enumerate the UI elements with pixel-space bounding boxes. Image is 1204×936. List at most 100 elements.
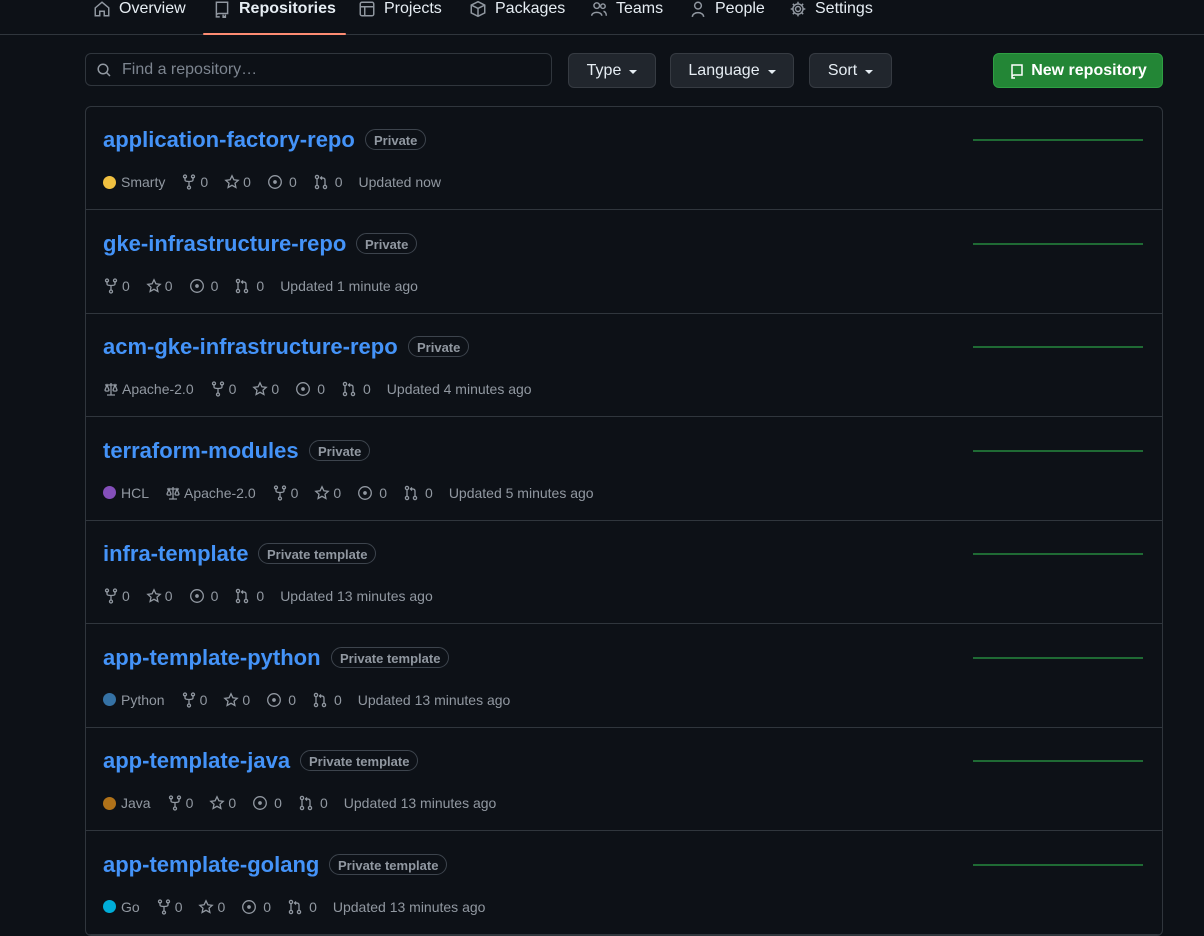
stars-count: 0 xyxy=(217,898,226,915)
forks-link[interactable]: 0 xyxy=(181,691,207,708)
repo-name-link[interactable]: app-template-golang xyxy=(103,852,319,878)
repo-row: infra-template Private template 0 0 0 0 Update… xyxy=(86,521,1162,624)
person-icon xyxy=(691,1,705,18)
repo-name-link[interactable]: app-template-java xyxy=(103,748,290,774)
fork-icon xyxy=(157,898,170,915)
fork-icon xyxy=(168,795,181,811)
pull-requests-link[interactable]: 0 xyxy=(287,899,317,915)
stars-count: 0 xyxy=(271,381,280,397)
repo-name-link[interactable]: application-factory-repo xyxy=(103,127,355,153)
stars-link[interactable]: 0 xyxy=(209,795,236,811)
license: Apache-2.0 xyxy=(103,381,194,397)
repo-row: app-template-python Private template Pytho… xyxy=(86,625,1162,728)
stars-link[interactable]: 0 xyxy=(223,692,250,708)
forks-link[interactable]: 0 xyxy=(156,898,182,915)
language-label: Java xyxy=(121,795,151,811)
search-input[interactable] xyxy=(120,59,544,80)
visibility-badge: Private xyxy=(408,336,470,357)
search-icon xyxy=(97,62,111,77)
tab-label: Settings xyxy=(815,0,873,17)
forks-link[interactable]: 0 xyxy=(181,174,208,190)
language-dropdown[interactable]: Language xyxy=(670,53,794,88)
issues-link[interactable]: 0 xyxy=(267,174,297,190)
activity-sparkline xyxy=(973,242,1143,245)
activity-sparkline xyxy=(973,139,1143,141)
repo-name-link[interactable]: gke-infrastructure-repo xyxy=(103,231,346,257)
tab-teams[interactable]: Teams xyxy=(590,0,663,34)
forks-link[interactable]: 0 xyxy=(103,588,130,604)
star-icon xyxy=(252,381,269,396)
issues-count: 0 xyxy=(263,898,272,915)
issues-link[interactable]: 0 xyxy=(241,899,271,915)
language-dropdown-label: Language xyxy=(688,61,760,79)
stars-link[interactable]: 0 xyxy=(146,588,173,604)
forks-count: 0 xyxy=(122,277,130,294)
language-color-dot xyxy=(103,486,116,499)
new-repository-button[interactable]: New repository xyxy=(993,53,1163,88)
issue-icon xyxy=(242,899,257,914)
pull-requests-link[interactable]: 0 xyxy=(313,174,343,190)
updated-time: Updated now xyxy=(358,174,442,190)
forks-link[interactable]: 0 xyxy=(167,795,193,811)
forks-link[interactable]: 0 xyxy=(272,485,298,501)
issues-count: 0 xyxy=(379,484,388,501)
forks-link[interactable]: 0 xyxy=(210,381,236,397)
issue-icon xyxy=(253,796,268,810)
tab-label: Projects xyxy=(384,0,442,17)
star-icon xyxy=(198,898,215,914)
issues-link[interactable]: 0 xyxy=(189,588,218,604)
pull-requests-link[interactable]: 0 xyxy=(234,588,264,604)
pull-requests-count: 0 xyxy=(363,381,371,397)
visibility-badge: Private xyxy=(309,439,371,461)
tab-packages[interactable]: Packages xyxy=(469,0,565,34)
tab-repositories[interactable]: Repositories xyxy=(203,0,346,35)
pull-requests-link[interactable]: 0 xyxy=(341,381,371,397)
forks-link[interactable]: 0 xyxy=(103,278,130,294)
pull-requests-link[interactable]: 0 xyxy=(298,795,328,811)
issue-icon xyxy=(189,589,204,603)
type-dropdown[interactable]: Type xyxy=(568,53,656,88)
stars-link[interactable]: 0 xyxy=(224,174,251,190)
issue-icon xyxy=(358,485,373,500)
issues-link[interactable]: 0 xyxy=(295,381,325,397)
fork-icon xyxy=(182,691,195,708)
repo-meta: Python 0 0 0 0 Updated 13 minutes ago xyxy=(103,691,526,709)
repo-name-link[interactable]: terraform-modules xyxy=(103,438,299,464)
issues-link[interactable]: 0 xyxy=(189,278,218,294)
stars-link[interactable]: 0 xyxy=(252,381,279,397)
pull-request-icon xyxy=(299,795,313,811)
pull-requests-link[interactable]: 0 xyxy=(234,278,264,294)
language-indicator: Java xyxy=(103,795,151,811)
table-icon xyxy=(359,1,375,17)
fork-icon xyxy=(211,381,224,397)
activity-sparkline xyxy=(973,346,1143,348)
visibility-badge: Private template xyxy=(300,750,419,771)
stars-link[interactable]: 0 xyxy=(146,278,173,294)
tab-overview[interactable]: Overview xyxy=(93,0,186,34)
pull-requests-link[interactable]: 0 xyxy=(403,485,433,501)
updated-time: Updated 13 minutes ago xyxy=(280,588,433,604)
repo-name-link[interactable]: app-template-python xyxy=(103,645,321,671)
language-indicator: Smarty xyxy=(103,174,165,190)
activity-sparkline xyxy=(973,656,1143,659)
issues-link[interactable]: 0 xyxy=(357,485,387,501)
stars-count: 0 xyxy=(333,484,342,501)
repo-name-link[interactable]: infra-template xyxy=(103,541,248,567)
stars-link[interactable]: 0 xyxy=(198,899,225,915)
repo-row: terraform-modules Private HCL Apache-2.0 0 0 0… xyxy=(86,418,1162,521)
language-color-dot xyxy=(103,796,116,810)
issues-link[interactable]: 0 xyxy=(252,795,282,811)
sort-dropdown[interactable]: Sort xyxy=(809,53,892,88)
tab-projects[interactable]: Projects xyxy=(358,0,442,34)
new-repository-label: New repository xyxy=(1031,61,1147,79)
issues-link[interactable]: 0 xyxy=(266,692,296,708)
star-icon xyxy=(223,691,240,707)
language-label: Go xyxy=(121,898,140,915)
pull-requests-link[interactable]: 0 xyxy=(312,692,342,708)
pull-request-icon xyxy=(236,588,249,604)
repo-name-link[interactable]: acm-gke-infrastructure-repo xyxy=(103,334,398,360)
tab-people[interactable]: People xyxy=(689,0,765,34)
repo-search-box[interactable] xyxy=(85,53,552,86)
tab-settings[interactable]: Settings xyxy=(789,0,873,34)
stars-link[interactable]: 0 xyxy=(314,485,341,501)
